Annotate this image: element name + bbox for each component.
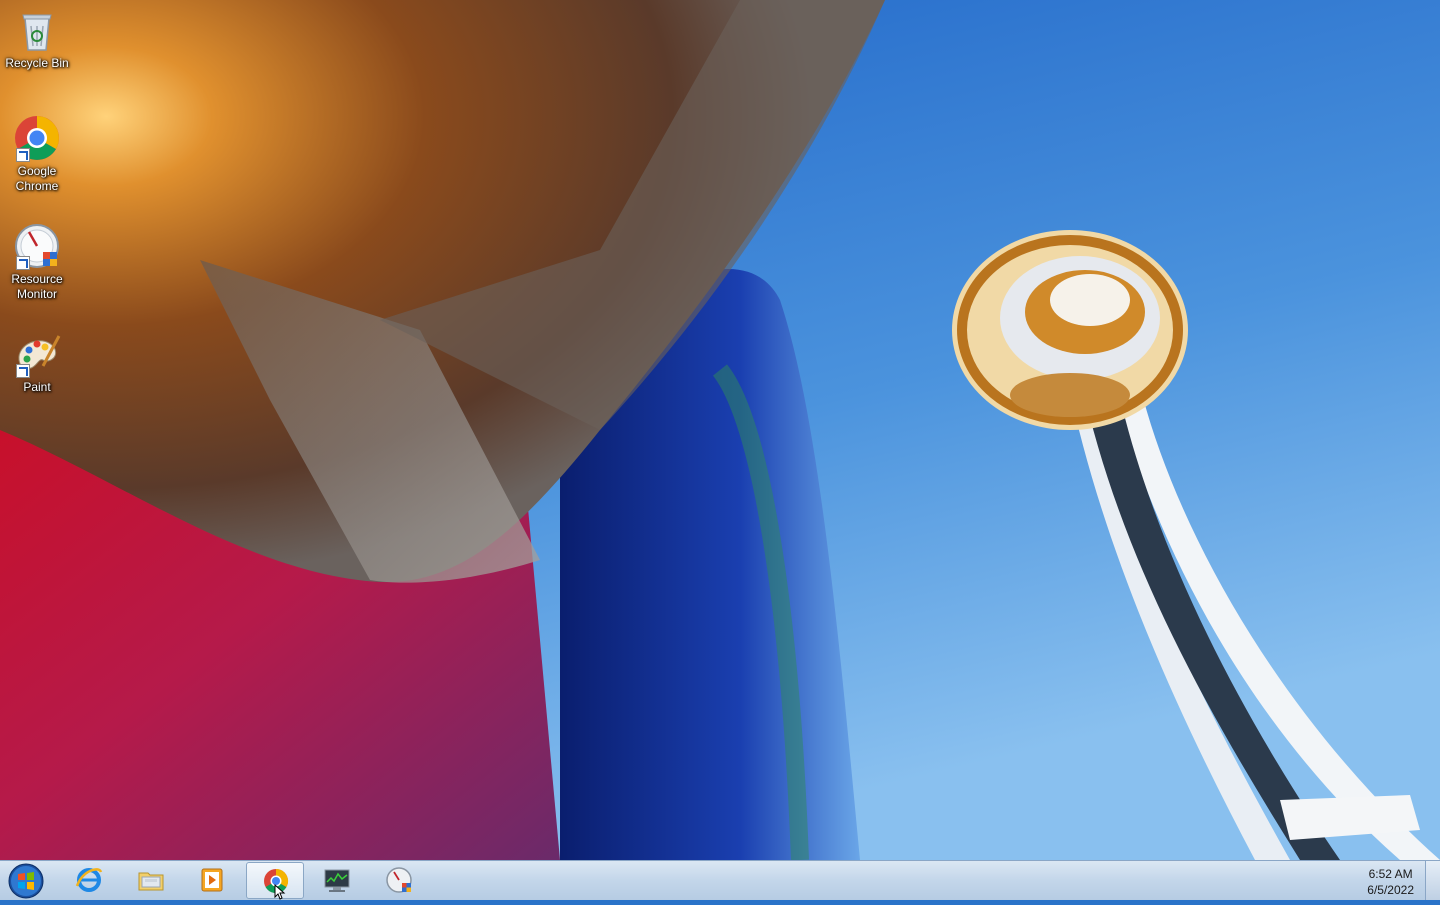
start-orb-icon bbox=[8, 863, 44, 899]
file-explorer-icon bbox=[138, 872, 164, 891]
desktop-icon-label: Google Chrome bbox=[15, 164, 59, 193]
desktop-icon-label: Resource Monitor bbox=[11, 272, 63, 301]
internet-explorer-icon bbox=[75, 868, 103, 892]
recycle-bin-icon bbox=[13, 6, 61, 54]
taskbar-file-explorer[interactable] bbox=[122, 862, 180, 899]
clock-time: 6:52 AM bbox=[1368, 867, 1413, 881]
taskbar-task-manager[interactable] bbox=[308, 862, 366, 899]
desktop-icon-label: Recycle Bin bbox=[5, 56, 69, 70]
system-clock[interactable]: 6:52 AM 6/5/2022 bbox=[1367, 866, 1414, 898]
task-manager-icon bbox=[324, 869, 350, 892]
taskbar-resource-monitor[interactable] bbox=[370, 862, 428, 899]
show-desktop-button[interactable] bbox=[1425, 861, 1440, 900]
media-player-icon bbox=[201, 868, 223, 892]
desktop-icon-resource-monitor[interactable]: Resource Monitor bbox=[0, 222, 74, 302]
clock-date: 6/5/2022 bbox=[1367, 883, 1414, 897]
resource-monitor-icon bbox=[13, 222, 61, 270]
resource-monitor-icon bbox=[386, 867, 412, 893]
desktop-icon-paint[interactable]: Paint bbox=[0, 330, 74, 395]
taskbar-media-player[interactable] bbox=[183, 862, 241, 899]
shortcut-arrow-icon bbox=[16, 256, 30, 270]
taskbar-internet-explorer[interactable] bbox=[60, 862, 118, 899]
start-button[interactable] bbox=[6, 862, 46, 900]
desktop-icon-google-chrome[interactable]: Google Chrome bbox=[0, 114, 74, 194]
taskbar: 6:52 AM 6/5/2022 bbox=[0, 860, 1440, 900]
desktop-icon-label: Paint bbox=[23, 380, 51, 394]
paint-icon bbox=[13, 330, 61, 378]
desktop-wallpaper bbox=[0, 0, 1440, 860]
shortcut-arrow-icon bbox=[16, 148, 30, 162]
shortcut-arrow-icon bbox=[16, 364, 30, 378]
mouse-cursor-icon bbox=[274, 884, 286, 900]
desktop-icon-recycle-bin[interactable]: Recycle Bin bbox=[0, 6, 74, 71]
chrome-icon bbox=[13, 114, 61, 162]
